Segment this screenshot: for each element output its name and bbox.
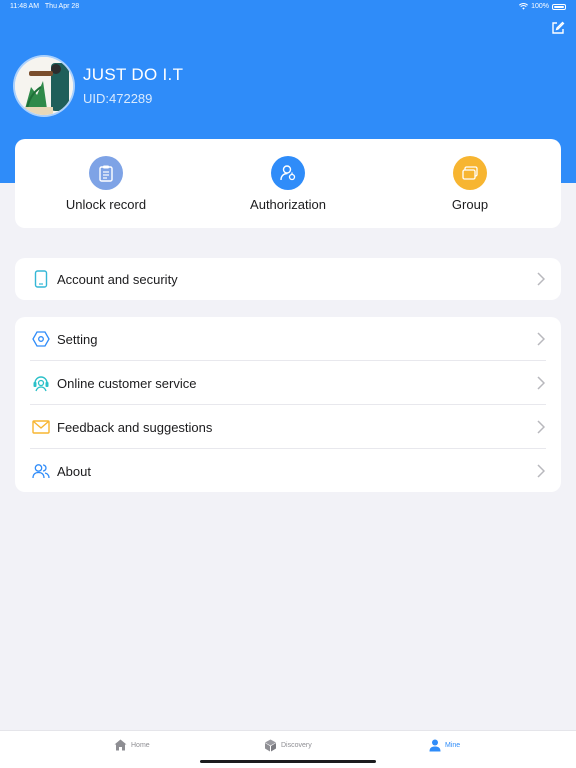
cube-icon (265, 739, 276, 752)
account-card: Account and security (15, 258, 561, 300)
envelope-icon (31, 417, 51, 437)
profile-uid: UID:472289 (83, 91, 153, 106)
group-label: Group (451, 197, 489, 212)
battery-icon (552, 3, 566, 10)
online-customer-service-label: Online customer service (57, 375, 197, 391)
wifi-icon (519, 3, 529, 10)
users-icon (31, 461, 51, 481)
chevron-right-icon (537, 332, 545, 346)
about-label: About (57, 463, 91, 479)
tab-home-label: Home (131, 741, 150, 749)
feedback-suggestions-row[interactable]: Feedback and suggestions (15, 405, 561, 449)
status-bar: 11:48 AM Thu Apr 28 100% (0, 0, 576, 14)
setting-row[interactable]: Setting (15, 317, 561, 361)
account-security-row[interactable]: Account and security (15, 258, 561, 300)
user-key-icon (271, 156, 305, 190)
cards-icon (453, 156, 487, 190)
home-icon (114, 739, 127, 751)
chevron-right-icon (537, 464, 545, 478)
setting-label: Setting (57, 331, 98, 347)
status-indicators: 100% (519, 3, 566, 10)
unlock-record-button[interactable]: Unlock record (15, 139, 197, 228)
chevron-right-icon (537, 272, 545, 286)
authorization-button[interactable]: Authorization (197, 139, 379, 228)
hexagon-icon (31, 329, 51, 349)
tablet-icon (31, 269, 51, 289)
profile-name: JUST DO I.T (83, 65, 184, 84)
online-customer-service-row[interactable]: Online customer service (15, 361, 561, 405)
clipboard-icon (89, 156, 123, 190)
authorization-label: Authorization (250, 197, 326, 212)
tab-home[interactable]: Home (114, 739, 150, 751)
tab-discovery-label: Discovery (281, 742, 312, 749)
unlock-record-label: Unlock record (65, 197, 147, 212)
home-indicator (200, 760, 376, 763)
headset-icon (31, 373, 51, 393)
settings-card: Setting Online customer service Feedback… (15, 317, 561, 492)
quick-actions-card: Unlock record Authorization Group (15, 139, 561, 228)
tab-mine[interactable]: Mine (429, 739, 460, 752)
battery-percent: 100% (531, 3, 549, 10)
status-time: 11:48 AM Thu Apr 28 (10, 3, 80, 10)
tab-discovery[interactable]: Discovery (264, 739, 312, 752)
group-button[interactable]: Group (379, 139, 561, 228)
feedback-suggestions-label: Feedback and suggestions (57, 419, 213, 435)
about-row[interactable]: About (15, 449, 561, 493)
chevron-right-icon (537, 420, 545, 434)
tab-mine-label: Mine (445, 742, 461, 749)
chevron-right-icon (537, 376, 545, 390)
account-security-label: Account and security (57, 271, 178, 287)
person-icon (429, 739, 441, 752)
edit-icon[interactable] (551, 21, 565, 35)
avatar[interactable] (15, 57, 73, 115)
avatar-image (15, 57, 73, 115)
